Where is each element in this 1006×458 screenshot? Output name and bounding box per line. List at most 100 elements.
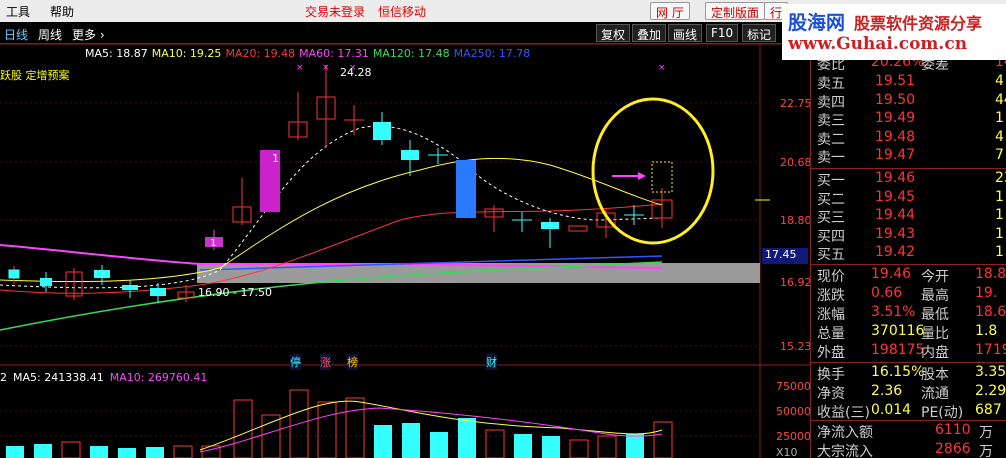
svg-text:×: × — [296, 63, 304, 73]
order-book-label: 卖四 — [817, 94, 845, 111]
order-book-row[interactable]: 卖四 19.50 44 — [811, 91, 1006, 111]
vol-axis-label: 25000 — [776, 430, 811, 443]
stat-l2: 今开 — [921, 269, 949, 285]
order-book-row[interactable]: 卖三 19.49 1 — [811, 110, 1006, 129]
candle — [344, 105, 364, 135]
stat-row: 涨幅 3.51% 最低 18.6 — [811, 304, 1006, 323]
event-marker[interactable]: 涨 — [320, 354, 331, 370]
stat-v1: 198175 — [871, 342, 925, 358]
stat-l1: 外盘 — [817, 345, 845, 361]
order-book-row[interactable]: 买五 19.42 1 — [811, 244, 1006, 263]
watermark-brand: 股海网 — [788, 12, 846, 34]
order-book-vol: 1 — [995, 225, 1004, 242]
stat-l2: 股本 — [921, 367, 949, 383]
order-book-row[interactable]: 卖二 19.48 4 — [811, 128, 1006, 148]
order-book-vol: 1 — [995, 207, 1004, 223]
limit-up-mark: 1 — [272, 152, 279, 165]
event-marker[interactable]: 财 — [486, 354, 497, 370]
order-book-label: 卖三 — [817, 113, 845, 129]
flow-unit: 万 — [979, 425, 993, 441]
vol-legend-item: MA10: 269760.41 — [109, 371, 208, 384]
candle — [373, 112, 391, 145]
vol-axis-label: 50000 — [776, 405, 811, 418]
stat-l1: 涨跌 — [817, 288, 845, 304]
order-book-row[interactable]: 卖一 19.47 7 — [811, 147, 1006, 166]
stat-row: 现价 19.46 今开 18.8 — [811, 266, 1006, 285]
stat-v1: 16.15% — [871, 364, 925, 380]
stat-l1: 总量 — [817, 326, 845, 342]
candle — [40, 272, 52, 292]
stat-v2: 2.29 — [975, 383, 1006, 399]
vol-legend-item: MA5: 241338.41 — [13, 371, 104, 384]
order-book-price: 19.47 — [875, 147, 916, 163]
flow-l1: 大宗流入 — [817, 444, 873, 458]
order-book-row[interactable]: 买一 19.46 23 — [811, 170, 1006, 189]
order-book-price: 19.42 — [875, 244, 916, 260]
stat-v2: 19. — [975, 285, 998, 301]
stat-v2: 18.6 — [975, 304, 1006, 320]
stat-v1: 370116 — [871, 323, 925, 339]
y-axis-label: 16.92 — [780, 276, 812, 289]
order-book-label: 买四 — [817, 228, 845, 245]
watermark-slogan: 股票软件资源分享 — [854, 14, 983, 33]
stat-row: 涨跌 0.66 最高 19. — [811, 285, 1006, 304]
order-book-vol: 7 — [995, 147, 1004, 163]
candle — [122, 280, 138, 298]
flow-v1: 6110 — [935, 422, 971, 438]
low-price-label: 16.90 - 17.50 — [198, 286, 272, 299]
order-book-price: 19.48 — [875, 128, 916, 145]
stat-l2: 内盘 — [921, 345, 949, 361]
volume-bars — [6, 389, 673, 458]
kline-chart[interactable]: 1 1 × × × × — [0, 0, 810, 458]
vol-legend-item: 2 — [0, 371, 7, 384]
order-book-row[interactable]: 卖五 19.51 4 — [811, 73, 1006, 92]
ma-legend: MA5: 18.87 MA10: 19.25 MA20: 19.48 MA60: 17… — [85, 47, 534, 60]
order-book-row[interactable]: 买二 19.45 1 — [811, 188, 1006, 208]
candle — [512, 212, 532, 232]
y-axis-label: 20.68 — [780, 156, 812, 169]
order-book-price: 19.45 — [875, 188, 916, 205]
high-price-label: 24.28 — [340, 66, 372, 79]
ma-legend-item: MA20: 19.48 — [225, 47, 296, 60]
candle — [484, 205, 504, 232]
flow-row: 净流入额 6110 万 — [811, 422, 1006, 441]
volume-legend: 2 MA5: 241338.41 MA10: 269760.41 — [0, 371, 213, 384]
order-book-price: 19.51 — [875, 73, 916, 89]
candle-forecast — [651, 161, 673, 193]
order-book-price: 19.49 — [875, 110, 916, 126]
order-book-label: 卖一 — [817, 150, 845, 166]
event-marker[interactable]: 停 — [290, 354, 301, 370]
stat-v2: 687 — [975, 402, 1002, 418]
order-book-price: 19.43 — [875, 225, 916, 242]
candle — [288, 92, 308, 140]
ma-legend-item: MA250: 17.78 — [453, 47, 531, 60]
stat-l2: 最高 — [921, 288, 949, 304]
current-price-tag: 17.45 — [762, 248, 808, 264]
y-axis-label: 15.23 — [780, 340, 812, 353]
order-book-label: 卖五 — [817, 76, 845, 92]
order-book-row[interactable]: 买三 19.44 1 — [811, 207, 1006, 226]
candle — [651, 188, 673, 228]
stat-v1: 19.46 — [871, 266, 912, 282]
stock-note: 跃股 定增预案 — [0, 69, 70, 82]
candle — [65, 268, 83, 300]
stat-v2: 17194 — [975, 342, 1006, 358]
event-marker[interactable]: 榜 — [347, 354, 358, 370]
order-book-row[interactable]: 买四 19.43 1 — [811, 225, 1006, 245]
stat-l2: PE(动) — [921, 405, 964, 421]
candle — [8, 266, 20, 284]
flow-row: 大宗流入 2866 万 — [811, 441, 1006, 458]
y-axis-label: 22.75 — [780, 97, 812, 110]
stat-v2: 3.35 — [975, 364, 1006, 380]
order-book-vol: 44 — [995, 91, 1006, 108]
stat-v1: 3.51% — [871, 304, 916, 320]
flow-v1: 2866 — [935, 441, 971, 457]
candle — [568, 225, 588, 232]
stat-l1: 换手 — [817, 367, 845, 383]
order-book-label: 买一 — [817, 173, 845, 189]
flow-l1: 净流入额 — [817, 425, 873, 441]
order-book-price: 19.44 — [875, 207, 916, 223]
stat-l2: 量比 — [921, 326, 949, 342]
svg-text:×: × — [322, 63, 330, 73]
order-book-label: 买五 — [817, 247, 845, 263]
